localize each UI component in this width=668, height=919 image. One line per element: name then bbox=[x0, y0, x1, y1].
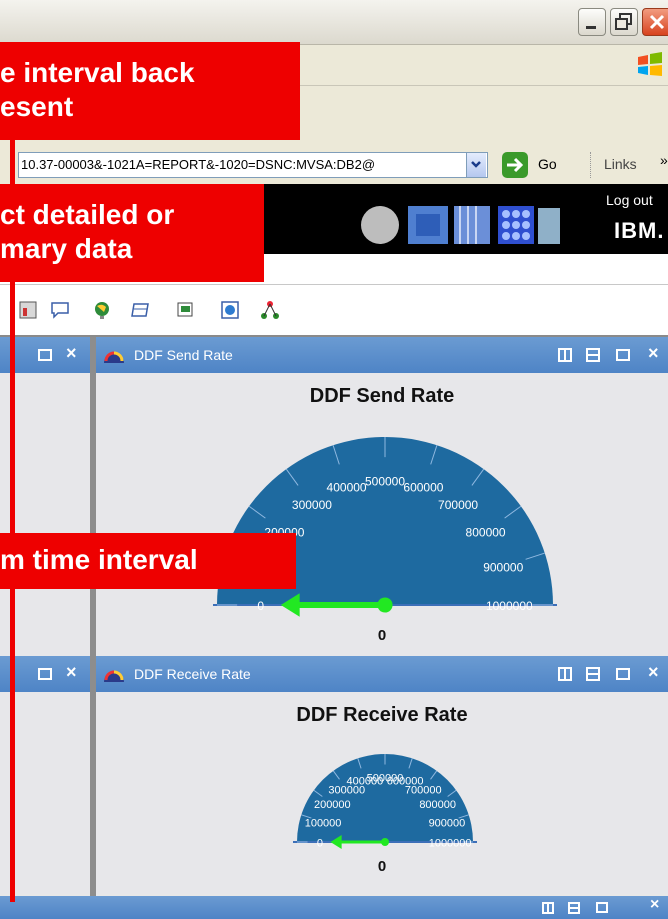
gauge-tick-label: 100000 bbox=[305, 817, 342, 829]
callout-2-line-2: mary data bbox=[0, 233, 133, 264]
table-view-icon[interactable] bbox=[130, 300, 150, 320]
close-window-button[interactable] bbox=[642, 8, 668, 36]
gauge-tick-label: 1000000 bbox=[429, 837, 472, 849]
address-dropdown-button[interactable] bbox=[466, 153, 486, 177]
receive-rate-panel-body: DDF Receive Rate 0 100000 200000 300000 4000… bbox=[96, 692, 668, 894]
gauge-icon bbox=[104, 351, 124, 363]
receive-rate-panel-header: DDF Receive Rate × bbox=[96, 656, 668, 692]
minimize-button[interactable] bbox=[578, 8, 606, 36]
window-title-bar bbox=[0, 0, 668, 45]
send-rate-panel-header: DDF Send Rate × bbox=[96, 337, 668, 373]
gauge-tick-label: 1000000 bbox=[486, 599, 533, 613]
address-input[interactable]: 10.37-00003&-1021A=REPORT&-1020=DSNC:MVS… bbox=[18, 152, 488, 178]
gauge-tick-label: 900000 bbox=[483, 560, 523, 574]
send-rate-value: 0 bbox=[377, 627, 387, 644]
callout-detailed-or-summary: ct detailed or mary data bbox=[0, 184, 264, 282]
globe-icon[interactable] bbox=[92, 300, 112, 320]
logout-link[interactable]: Log out bbox=[606, 192, 653, 208]
restore-icon bbox=[615, 13, 632, 30]
maximize-icon[interactable] bbox=[38, 349, 52, 361]
gauge-tick-label: 800000 bbox=[419, 799, 456, 811]
gauge-hub bbox=[381, 838, 389, 846]
restore-button[interactable] bbox=[610, 8, 638, 36]
browser-view-icon[interactable] bbox=[220, 300, 240, 320]
chevron-down-icon bbox=[471, 161, 481, 168]
close-icon[interactable]: × bbox=[650, 896, 659, 914]
maximize-icon[interactable] bbox=[38, 668, 52, 680]
bottom-panel-header: × bbox=[0, 896, 668, 919]
maximize-icon[interactable] bbox=[616, 668, 630, 680]
report-icon[interactable] bbox=[18, 300, 38, 320]
send-rate-panel-body: DDF Send Rate 01000002000003000004000005… bbox=[96, 373, 668, 656]
callout-3-text: m time interval bbox=[0, 544, 198, 575]
links-button[interactable]: Links bbox=[604, 156, 637, 172]
gauge-tick-label: 600000 bbox=[403, 481, 443, 495]
gauge-tick-label: 900000 bbox=[429, 817, 466, 829]
send-rate-tab-title: DDF Send Rate bbox=[134, 347, 233, 363]
gauge-tick-label: 500000 bbox=[365, 474, 405, 488]
topology-icon[interactable] bbox=[260, 300, 280, 320]
close-icon[interactable]: × bbox=[66, 343, 77, 364]
gauge-tick-label: 0 bbox=[317, 837, 323, 849]
close-icon[interactable]: × bbox=[648, 662, 659, 683]
receive-rate-value: 0 bbox=[377, 858, 387, 875]
close-icon[interactable]: × bbox=[66, 662, 77, 683]
callout-1-line-1: e interval back bbox=[0, 57, 195, 88]
gauge-tick-label: 700000 bbox=[405, 785, 442, 797]
callout-custom-time-interval: m time interval bbox=[0, 533, 296, 589]
receive-rate-tab-title: DDF Receive Rate bbox=[134, 666, 251, 682]
send-rate-gauge: 0100000200000300000400000500000600000700… bbox=[213, 437, 557, 617]
callout-1-line-2: esent bbox=[0, 91, 74, 122]
maximize-icon[interactable] bbox=[616, 349, 630, 361]
gauge-tick-label: 0 bbox=[257, 599, 264, 613]
terminal-view-icon[interactable] bbox=[176, 300, 196, 320]
split-horizontal-icon[interactable] bbox=[586, 348, 600, 362]
split-horizontal-icon[interactable] bbox=[586, 667, 600, 681]
gauge-tick-label: 700000 bbox=[438, 498, 478, 512]
toolbar-separator bbox=[590, 152, 592, 178]
maximize-icon[interactable] bbox=[596, 902, 608, 913]
gauge-icon bbox=[104, 670, 124, 682]
go-button-label[interactable]: Go bbox=[538, 156, 557, 172]
close-icon bbox=[649, 14, 665, 30]
ibm-logo: IBM. bbox=[614, 218, 665, 243]
windows-flag-icon bbox=[638, 52, 662, 76]
gauge-tick-label: 400000 bbox=[327, 481, 367, 495]
gauge-tick-label: 800000 bbox=[466, 526, 506, 540]
split-vertical-icon[interactable] bbox=[558, 348, 572, 362]
split-vertical-icon[interactable] bbox=[542, 902, 554, 914]
split-horizontal-icon[interactable] bbox=[568, 902, 580, 914]
gauge-hub bbox=[377, 597, 393, 613]
chevron-right-icon[interactable]: » bbox=[660, 152, 668, 168]
gauge-tick-label: 200000 bbox=[314, 799, 351, 811]
message-icon[interactable] bbox=[50, 300, 70, 320]
gauge-tick-label: 300000 bbox=[292, 498, 332, 512]
banner-pattern-graphic bbox=[361, 206, 560, 244]
callout-2-line-1: ct detailed or bbox=[0, 199, 175, 230]
go-arrow-icon[interactable] bbox=[502, 152, 528, 178]
split-vertical-icon[interactable] bbox=[558, 667, 572, 681]
minimize-icon bbox=[586, 26, 596, 29]
close-icon[interactable]: × bbox=[648, 343, 659, 364]
callout-time-interval-back: e interval back esent bbox=[0, 42, 300, 140]
